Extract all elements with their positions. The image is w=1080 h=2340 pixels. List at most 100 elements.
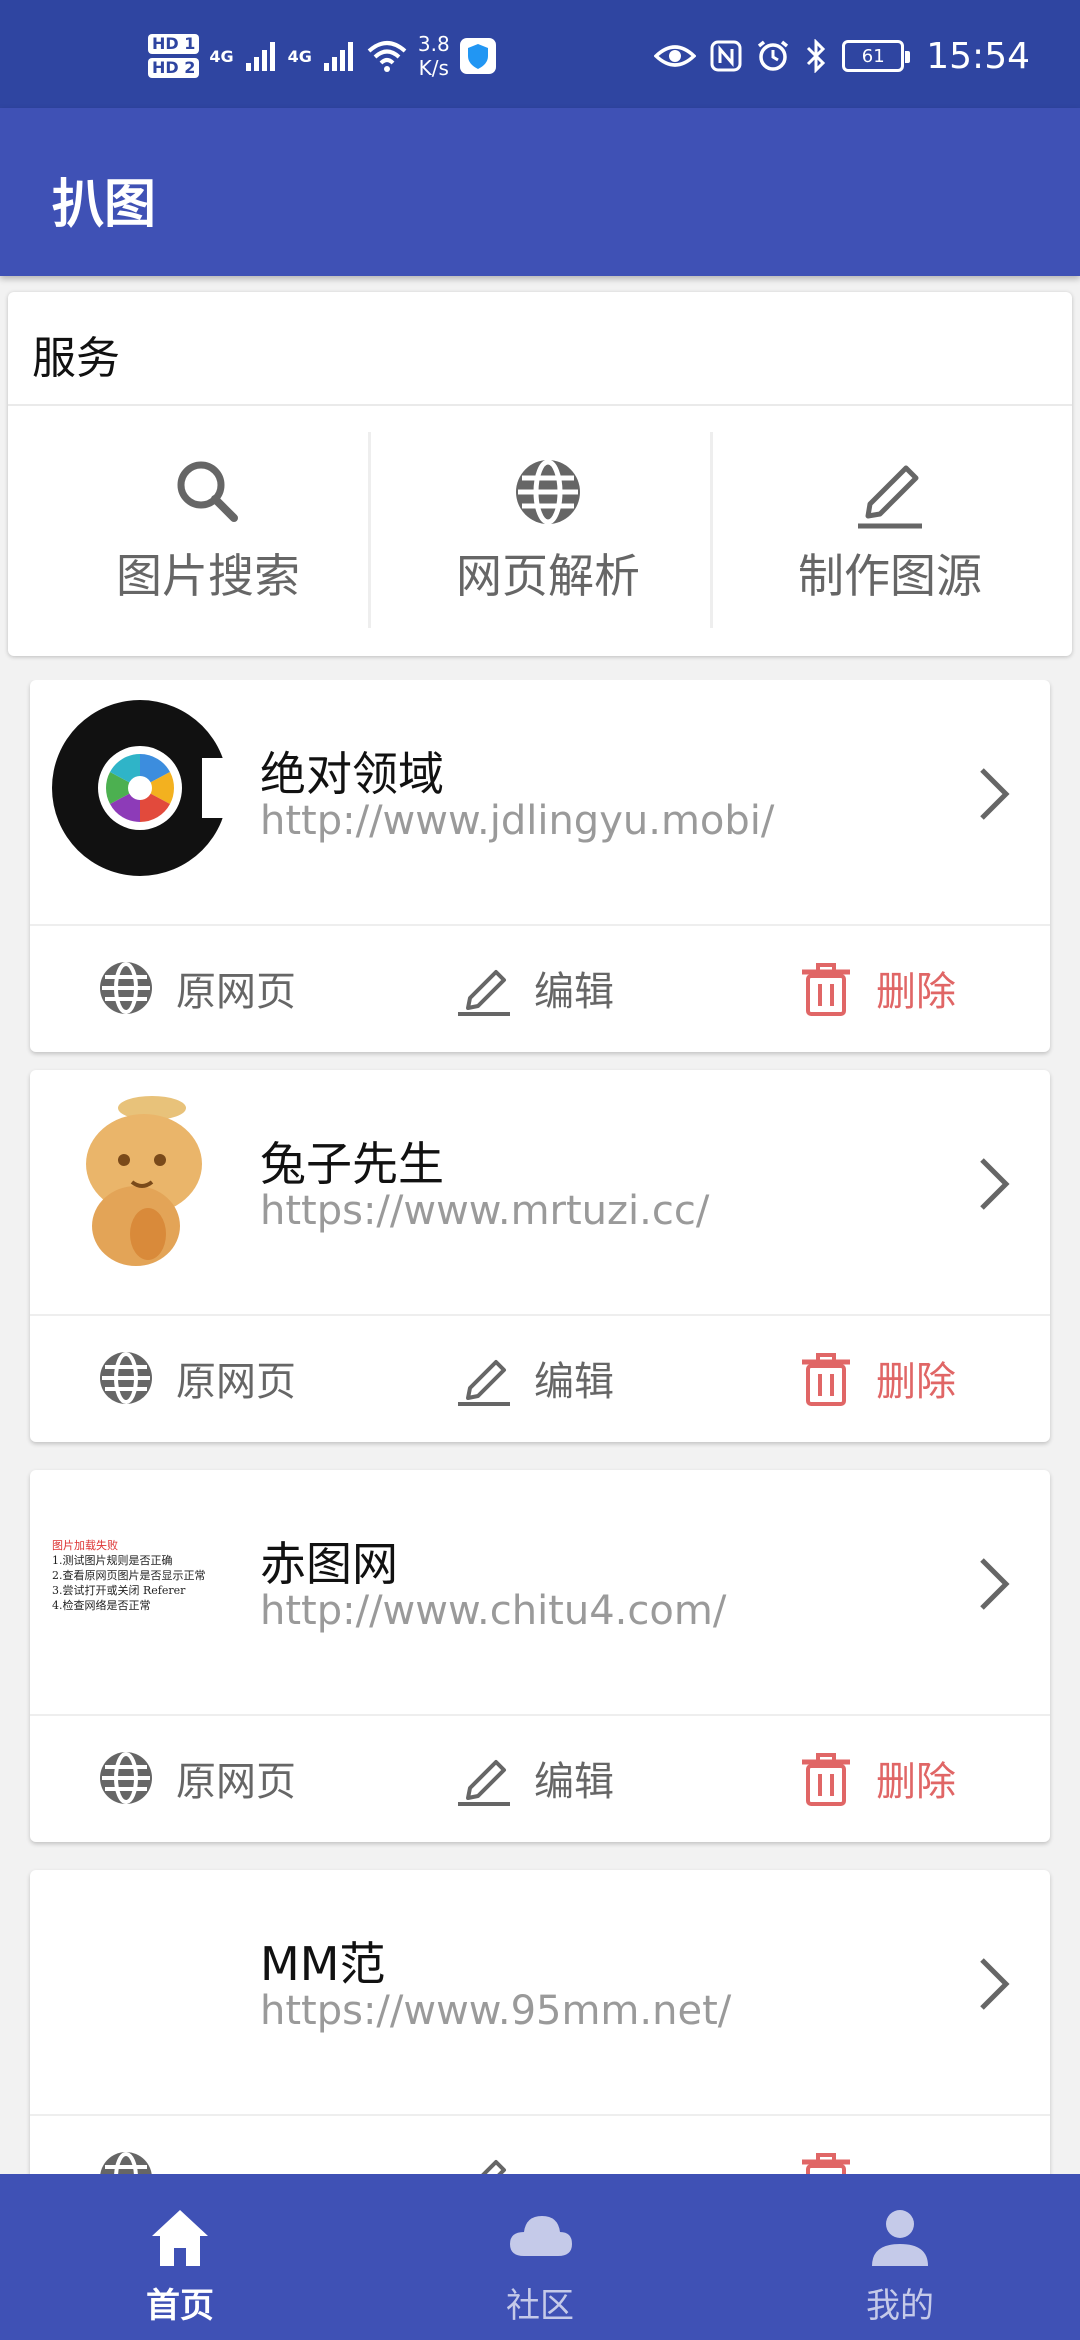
globe-icon (100, 1752, 152, 1804)
hd2-badge: HD 2 (148, 58, 200, 78)
alarm-icon (758, 40, 789, 71)
nav-profile-label: 我的 (866, 2286, 934, 2326)
battery-icon: 61 (842, 40, 911, 72)
services-title: 服务 (32, 333, 120, 384)
nav-profile[interactable]: 我的 (800, 2174, 1000, 2340)
delete-button[interactable]: 删除 (796, 1338, 956, 1418)
open-page-label: 原网页 (176, 969, 296, 1015)
net-speed: 3.8 K/s (418, 32, 450, 80)
delete-label: 删除 (876, 969, 956, 1015)
service-label: 制作图源 (798, 549, 982, 603)
site-url: https://www.95mm.net/ (260, 1988, 732, 2034)
edit-button[interactable]: 编辑 (454, 1338, 614, 1418)
eye-icon (654, 45, 697, 67)
nav-home-label: 首页 (146, 2286, 214, 2326)
site-card: MM范 https://www.95mm.net/ (30, 1870, 1050, 2174)
open-page-button[interactable]: 原网页 (96, 1338, 296, 1418)
divider (30, 1314, 1050, 1316)
pencil-icon (481, 2160, 506, 2174)
hd1-badge: HD 1 (148, 34, 200, 54)
open-page-label: 原网页 (176, 1759, 296, 1805)
nfc-icon (710, 40, 742, 72)
hd-indicators: HD 1 HD 2 (148, 34, 200, 78)
edit-label: 编辑 (534, 969, 614, 1015)
divider (8, 404, 1072, 406)
signal-bars-icon (245, 42, 275, 71)
site-card: 图片加载失败 1.测试图片规则是否正确 2.查看原网页图片是否显示正常 3.尝试… (30, 1470, 1050, 1842)
pencil-icon (858, 465, 922, 529)
thumbnail-error-notice: 图片加载失败 1.测试图片规则是否正确 2.查看原网页图片是否显示正常 3.尝试… (52, 1486, 236, 1670)
delete-button[interactable]: 删除 (796, 948, 956, 1028)
thumbnail-error-line: 2.查看原网页图片是否显示正常 (52, 1569, 206, 1582)
nav-home[interactable]: 首页 (80, 2174, 280, 2340)
page-title: 扒图 (52, 175, 157, 235)
service-image-search[interactable]: 图片搜索 (38, 432, 378, 632)
chevron-right-icon[interactable] (974, 1954, 1014, 2014)
delete-button[interactable]: 删除 (796, 1738, 956, 1818)
bottom-nav: 首页 社区 我的 (0, 2174, 1080, 2340)
site-card: 兔子先生 https://www.mrtuzi.cc/ 原网页 编辑 删除 (30, 1070, 1050, 1442)
net-speed-value: 3.8 (417, 32, 450, 56)
battery-level: 61 (861, 45, 885, 67)
open-page-button[interactable]: 原网页 (96, 948, 296, 1028)
divider (710, 432, 713, 628)
site-name: MM范 (260, 1937, 386, 1991)
site-thumbnail (52, 696, 236, 880)
trash-icon (802, 2153, 850, 2174)
pencil-icon (458, 1760, 510, 1806)
chevron-right-icon[interactable] (974, 764, 1014, 824)
pencil-icon (458, 970, 510, 1016)
pencil-icon (458, 1360, 510, 1406)
trash-icon (802, 1753, 850, 1806)
trash-icon (802, 963, 850, 1016)
edit-button[interactable]: 编辑 (454, 948, 614, 1028)
site-card: 绝对领域 http://www.jdlingyu.mobi/ 原网页 编辑 删除 (30, 680, 1050, 1052)
service-page-parse[interactable]: 网页解析 (378, 432, 718, 632)
globe-icon (516, 459, 580, 525)
thumbnail-error-line: 3.尝试打开或关闭 Referer (52, 1584, 186, 1597)
divider (30, 924, 1050, 926)
site-name: 兔子先生 (260, 1137, 444, 1191)
edit-button[interactable]: 编辑 (454, 1738, 614, 1818)
delete-button[interactable] (796, 2138, 856, 2174)
wifi-icon (367, 41, 407, 72)
clock: 15:54 (926, 35, 1030, 77)
cloud-icon (510, 2216, 572, 2256)
shield-icon (459, 38, 496, 74)
chevron-right-icon[interactable] (974, 1554, 1014, 1614)
search-icon (177, 461, 238, 522)
delete-label: 删除 (876, 1359, 956, 1405)
edit-label: 编辑 (534, 1759, 614, 1805)
edit-label: 编辑 (534, 1359, 614, 1405)
site-url: https://www.mrtuzi.cc/ (260, 1188, 710, 1234)
service-label: 网页解析 (456, 549, 640, 603)
site-name: 赤图网 (260, 1537, 398, 1591)
globe-icon (100, 2152, 152, 2174)
sim2-network: 4G (287, 46, 312, 66)
site-url: http://www.jdlingyu.mobi/ (260, 798, 775, 844)
divider (30, 1714, 1050, 1716)
site-thumbnail (52, 1086, 236, 1270)
signal-bars-icon (323, 42, 353, 71)
open-page-button[interactable] (96, 2138, 156, 2174)
site-url: http://www.chitu4.com/ (260, 1588, 727, 1634)
home-icon (152, 2210, 208, 2266)
globe-icon (100, 962, 152, 1014)
net-speed-unit: K/s (418, 56, 449, 80)
service-label: 图片搜索 (116, 549, 300, 603)
sim1-network: 4G (209, 46, 234, 66)
status-left: HD 1 HD 2 4G 4G 3.8 K/s (148, 26, 496, 86)
person-icon (872, 2210, 928, 2266)
status-bar: HD 1 HD 2 4G 4G 3.8 K/s 61 15:54 (0, 0, 1080, 108)
edit-button[interactable] (454, 2138, 514, 2174)
nav-community[interactable]: 社区 (440, 2174, 640, 2340)
site-list[interactable]: 绝对领域 http://www.jdlingyu.mobi/ 原网页 编辑 删除 (0, 680, 1080, 2174)
service-make-source[interactable]: 制作图源 (720, 432, 1060, 632)
thumbnail-error-title: 图片加载失败 (52, 1539, 118, 1552)
delete-label: 删除 (876, 1759, 956, 1805)
app-bar: 扒图 (0, 108, 1080, 276)
services-card: 服务 图片搜索 网页解析 制作图源 (8, 292, 1072, 656)
open-page-button[interactable]: 原网页 (96, 1738, 296, 1818)
chevron-right-icon[interactable] (974, 1154, 1014, 1214)
site-name: 绝对领域 (260, 747, 444, 801)
